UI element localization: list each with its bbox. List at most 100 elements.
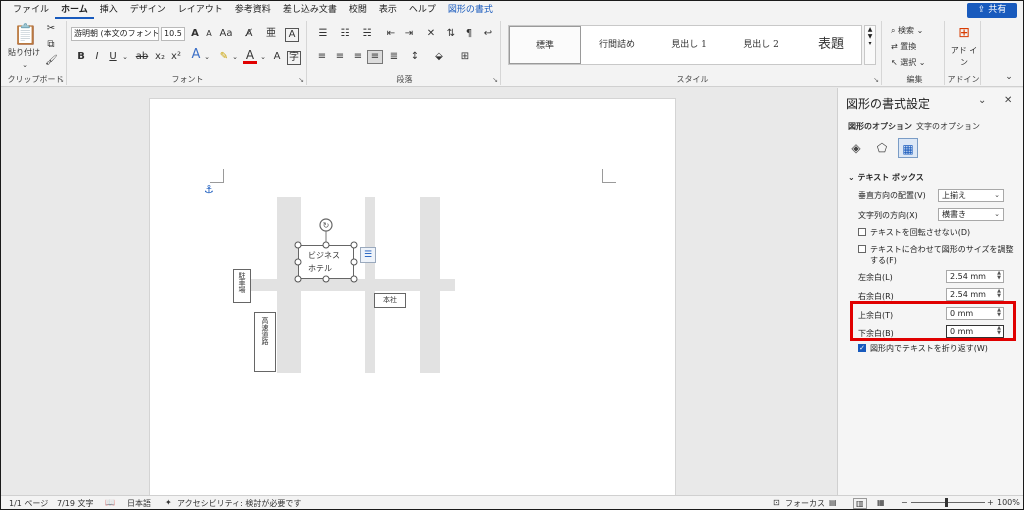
tab-file[interactable]: ファイル	[7, 1, 55, 19]
change-case-icon[interactable]: Aa	[219, 28, 233, 40]
tab-help[interactable]: ヘルプ	[403, 1, 442, 19]
font-color-icon[interactable]: A	[243, 49, 257, 64]
focus-icon[interactable]: ⊡	[773, 498, 780, 507]
wrap-checkbox[interactable]: ✓ 図形内でテキストを折り返す(W)	[858, 343, 988, 354]
spinner-icon[interactable]: ▲ ▼	[997, 289, 1001, 299]
borders-icon[interactable]: ⊞	[457, 51, 473, 63]
sort-icon[interactable]: ⇅	[443, 28, 459, 40]
justify-icon[interactable]: ≡	[367, 50, 383, 64]
zoom-out-icon[interactable]: −	[901, 498, 908, 507]
print-layout-icon[interactable]: ▥	[853, 498, 867, 509]
collapse-ribbon-icon[interactable]: ⌄	[1003, 71, 1015, 83]
page-count[interactable]: 1/1 ページ	[9, 498, 48, 509]
paste-button[interactable]: 貼り付け	[7, 47, 41, 59]
language[interactable]: 日本語	[127, 498, 151, 509]
tab-shape-options[interactable]: 図形のオプション	[848, 121, 912, 132]
left-margin-input[interactable]: 2.54 mm ▲ ▼	[946, 270, 1004, 283]
checkbox-box[interactable]	[858, 245, 866, 253]
checkbox-box-checked[interactable]: ✓	[858, 344, 866, 352]
share-button[interactable]: ⇪ 共有	[967, 3, 1017, 18]
multilevel-list-icon[interactable]: ☵	[359, 28, 375, 40]
textdir-select[interactable]: 横書き ⌄	[938, 208, 1004, 221]
bold-icon[interactable]: B	[75, 51, 87, 63]
tab-review[interactable]: 校閲	[343, 1, 373, 19]
asian-layout-icon[interactable]: ✕	[423, 28, 439, 40]
tab-mailings[interactable]: 差し込み文書	[277, 1, 343, 19]
increase-indent-icon[interactable]: ⇥	[401, 28, 417, 40]
align-right-icon[interactable]: ≡	[351, 51, 365, 63]
align-center-icon[interactable]: ≡	[333, 51, 347, 63]
right-margin-input[interactable]: 2.54 mm ▲ ▼	[946, 288, 1004, 301]
dialog-launcher-icon[interactable]: ↘	[492, 76, 498, 84]
tab-text-options[interactable]: 文字のオプション	[916, 121, 980, 132]
addins-icon[interactable]: ⊞	[955, 24, 973, 42]
decrease-indent-icon[interactable]: ⇤	[383, 28, 399, 40]
find-button[interactable]: ⌕ 検索 ⌄	[891, 25, 941, 37]
grow-font-icon[interactable]: A	[189, 28, 201, 40]
dialog-launcher-icon[interactable]: ↘	[298, 76, 304, 84]
layout-properties-icon[interactable]: ▦	[898, 138, 918, 158]
zoom-in-icon[interactable]: +	[987, 498, 994, 507]
focus-mode[interactable]: フォーカス	[785, 498, 825, 509]
align-left-icon[interactable]: ≡	[315, 51, 329, 63]
phonetic-guide-icon[interactable]: 亜	[265, 28, 277, 40]
checkbox-box[interactable]	[858, 228, 866, 236]
word-count[interactable]: 7/19 文字	[57, 498, 94, 509]
font-size-combo[interactable]: 10.5	[161, 27, 185, 41]
fill-line-icon[interactable]: ◈	[846, 138, 866, 158]
spinner-icon[interactable]: ▲ ▼	[997, 271, 1001, 281]
shading-icon[interactable]: A	[271, 51, 283, 63]
text-effects-icon[interactable]: A	[189, 48, 203, 61]
copy-icon[interactable]: ⧉	[45, 39, 57, 51]
layout-options-icon[interactable]: ☰	[360, 247, 376, 263]
revert-icon[interactable]: ↩	[481, 28, 495, 40]
effects-pentagon-icon[interactable]: ⬠	[872, 138, 892, 158]
distributed-icon[interactable]: ≣	[387, 51, 401, 63]
textbox-parking[interactable]: 駐車場	[233, 269, 251, 303]
line-spacing-icon[interactable]: ↕	[407, 51, 423, 63]
autofit-checkbox[interactable]: テキストに合わせて図形のサイズを調整する(F)	[858, 244, 1018, 266]
highlight-icon[interactable]: ✎	[217, 51, 231, 63]
strikethrough-icon[interactable]: ab	[135, 51, 149, 63]
chevron-down-icon[interactable]: ⌄	[121, 51, 129, 63]
close-icon[interactable]: ✕	[1004, 95, 1012, 106]
replace-button[interactable]: ⇄ 置換	[891, 41, 941, 53]
zoom-slider[interactable]	[911, 502, 985, 503]
format-painter-icon[interactable]: 🖌	[45, 55, 58, 67]
dialog-launcher-icon[interactable]: ↘	[873, 76, 879, 84]
char-border-icon[interactable]: A	[285, 28, 299, 42]
paste-icon[interactable]: 📋	[13, 23, 38, 45]
tab-layout[interactable]: レイアウト	[172, 1, 229, 19]
textbox-section-header[interactable]: ⌄ テキスト ボックス	[848, 172, 924, 183]
shading-paragraph-icon[interactable]: ⬙	[431, 51, 447, 63]
web-layout-icon[interactable]: ▦	[877, 498, 885, 507]
select-button[interactable]: ↖ 選択 ⌄	[891, 57, 941, 69]
textbox-expressway[interactable]: 高速道路	[254, 312, 276, 372]
proofing-icon[interactable]: 📖	[105, 498, 115, 507]
textbox-hotel[interactable]: ビジネス ホテル	[298, 245, 354, 279]
dialog-launcher-icon[interactable]: ↘	[58, 76, 64, 84]
tab-home[interactable]: ホーム	[55, 1, 94, 19]
font-name-combo[interactable]: 游明朝 (本文のフォント	[71, 27, 159, 41]
tab-references[interactable]: 参考資料	[229, 1, 277, 19]
accessibility-status[interactable]: アクセシビリティ: 検討が必要です	[177, 498, 301, 509]
chevron-down-icon[interactable]: ⌄	[231, 51, 239, 63]
bullets-icon[interactable]: ☰	[315, 28, 331, 40]
tab-insert[interactable]: 挿入	[94, 1, 124, 19]
enclose-char-icon[interactable]: 字	[287, 51, 301, 65]
valign-select[interactable]: 上揃え ⌄	[938, 189, 1004, 202]
tab-design[interactable]: デザイン	[124, 1, 172, 19]
chevron-down-icon[interactable]: ⌄	[203, 51, 211, 63]
superscript-icon[interactable]: x²	[169, 51, 183, 63]
read-mode-icon[interactable]: ▤	[829, 498, 837, 507]
underline-icon[interactable]: U	[107, 51, 119, 63]
cut-icon[interactable]: ✂	[45, 23, 57, 35]
textbox-headoffice[interactable]: 本社	[374, 293, 406, 308]
tab-view[interactable]: 表示	[373, 1, 403, 19]
tab-shape-format[interactable]: 図形の書式	[442, 1, 499, 19]
numbering-icon[interactable]: ☷	[337, 28, 353, 40]
chevron-down-icon[interactable]: ⌄	[259, 51, 267, 63]
italic-icon[interactable]: I	[91, 51, 103, 63]
document-page[interactable]: ⚓ ↻ ビジネス ホテル ☰ 駐車場 高速道路 本社	[149, 98, 676, 498]
norotate-checkbox[interactable]: テキストを回転させない(D)	[858, 227, 970, 238]
